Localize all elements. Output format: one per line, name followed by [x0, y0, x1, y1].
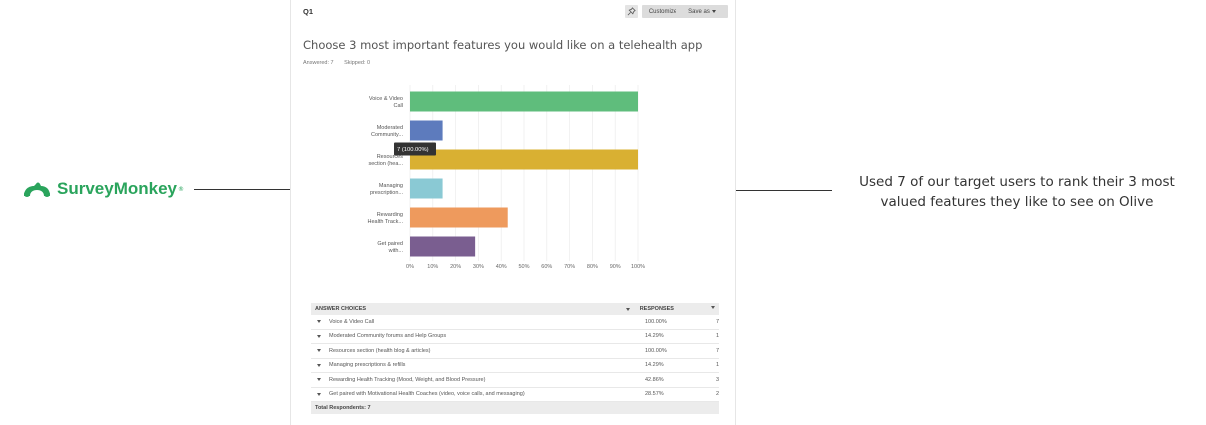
table-row[interactable]: Rewarding Health Tracking (Mood, Weight,…	[311, 373, 719, 388]
category-label: Call	[394, 103, 403, 109]
response-percent: 100.00%	[645, 318, 667, 325]
header-answer-choices-label: ANSWER CHOICES	[315, 306, 367, 312]
bar	[410, 91, 638, 112]
x-tick-label: 0%	[406, 264, 414, 270]
table-row[interactable]: Resources section (health blog & article…	[311, 344, 719, 359]
summary-caption: Used 7 of our target users to rank their…	[859, 174, 1175, 210]
response-count: 1	[715, 333, 719, 340]
expand-arrow-icon[interactable]	[317, 363, 321, 367]
expand-arrow-icon[interactable]	[317, 378, 321, 382]
pin-button[interactable]	[625, 5, 638, 18]
total-respondents: Total Respondents: 7	[315, 405, 371, 411]
category-label: Get paired	[377, 241, 403, 247]
response-count: 3	[715, 376, 719, 383]
answer-choices-table: ANSWER CHOICES RESPONSES Voice & Video C…	[311, 303, 719, 414]
answer-choice-label: Managing prescriptions & refills	[329, 362, 406, 369]
question-title: Choose 3 most important features you wou…	[303, 38, 703, 52]
answer-choice: Resources section (health blog & article…	[311, 348, 645, 354]
question-number: Q1	[303, 7, 314, 16]
x-tick-label: 30%	[473, 264, 484, 270]
x-tick-label: 50%	[518, 264, 529, 270]
response-stats: Answered: 7 Skipped: 0	[303, 60, 379, 66]
survey-results-card: Q1 Customize Save as Choose 3 most impor…	[290, 0, 736, 425]
bar	[410, 178, 443, 199]
response-percent: 42.86%	[645, 376, 664, 383]
header-answer-choices[interactable]: ANSWER CHOICES	[311, 306, 636, 312]
answer-choice: Rewarding Health Tracking (Mood, Weight,…	[311, 377, 645, 383]
expand-arrow-icon[interactable]	[317, 349, 321, 353]
answer-choice-label: Get paired with Motivational Health Coac…	[329, 391, 525, 398]
x-tick-label: 100%	[631, 264, 645, 270]
surveymonkey-wordmark: SurveyMonkey	[57, 179, 177, 198]
expand-arrow-icon[interactable]	[317, 320, 321, 324]
category-label: section (hea...	[368, 161, 403, 167]
connector-line-right	[734, 190, 832, 191]
table-row[interactable]: Moderated Community forums and Help Grou…	[311, 330, 719, 344]
category-label: Managing	[379, 183, 403, 189]
table-row[interactable]: Voice & Video Call 100.00% 7	[311, 315, 719, 330]
category-label: Voice & Video	[369, 96, 403, 102]
x-tick-label: 40%	[496, 264, 507, 270]
category-label: Moderated	[377, 125, 403, 131]
table-body: Voice & Video Call 100.00% 7 Moderated Comm…	[311, 315, 719, 402]
trademark-symbol: ®	[178, 185, 184, 193]
answer-choice: Managing prescriptions & refills	[311, 362, 645, 368]
response-count: 7	[715, 347, 719, 354]
x-tick-label: 20%	[450, 264, 461, 270]
response-count: 7	[715, 318, 719, 325]
x-tick-label: 90%	[610, 264, 621, 270]
bar	[410, 207, 508, 228]
response-percent: 14.29%	[645, 362, 664, 369]
sort-arrow-icon	[625, 307, 630, 311]
answer-choice-label: Moderated Community forums and Help Grou…	[329, 333, 447, 340]
x-tick-label: 60%	[541, 264, 552, 270]
bar	[410, 236, 476, 257]
save-as-button[interactable]: Save as	[676, 5, 728, 18]
response-percent: 28.57%	[645, 391, 664, 398]
answer-choice-label: Resources section (health blog & article…	[329, 347, 431, 354]
answer-choice-label: Voice & Video Call	[329, 318, 375, 325]
table-row[interactable]: Get paired with Motivational Health Coac…	[311, 388, 719, 402]
x-tick-label: 10%	[427, 264, 438, 270]
chevron-down-icon	[711, 10, 716, 13]
x-tick-label: 70%	[564, 264, 575, 270]
answer-choice: Get paired with Motivational Health Coac…	[311, 391, 645, 397]
answer-choice: Moderated Community forums and Help Grou…	[311, 333, 645, 339]
connector-line-left	[194, 189, 291, 190]
save-as-label: Save as	[688, 8, 710, 15]
surveymonkey-logo: SurveyMonkey ®	[22, 179, 184, 199]
category-label: with...	[388, 248, 404, 254]
response-percent: 100.00%	[645, 347, 667, 354]
header-responses-label: RESPONSES	[639, 306, 674, 312]
bar-chart: 0% 10% 20% 30% 40% 50% 60% 70% 80% 90% 100% Voice &…	[368, 85, 645, 270]
table-footer: Total Respondents: 7	[311, 402, 719, 414]
category-label: Community...	[371, 132, 403, 138]
category-label: prescription...	[370, 190, 403, 196]
surveymonkey-logo-icon	[24, 182, 50, 197]
expand-arrow-icon[interactable]	[317, 392, 321, 396]
category-label: Health Track...	[368, 219, 404, 225]
response-count: 2	[715, 391, 719, 398]
response-count: 1	[715, 362, 719, 369]
category-label: Rewarding	[377, 212, 403, 218]
bar	[410, 120, 443, 141]
skipped-count: Skipped: 0	[344, 60, 371, 66]
answered-count: Answered: 7	[303, 60, 334, 66]
answer-choice-label: Rewarding Health Tracking (Mood, Weight,…	[329, 376, 486, 383]
answer-choice: Voice & Video Call	[311, 319, 645, 325]
expand-arrow-icon[interactable]	[317, 334, 321, 338]
pin-icon	[627, 7, 636, 16]
x-tick-label: 80%	[587, 264, 598, 270]
header-responses[interactable]: RESPONSES	[636, 306, 719, 312]
table-header: ANSWER CHOICES RESPONSES	[311, 303, 719, 315]
sort-arrow-icon	[711, 306, 715, 309]
tooltip-text: 7 (100.00%)	[397, 147, 429, 153]
table-row[interactable]: Managing prescriptions & refills 14.29% 1	[311, 359, 719, 373]
bar	[410, 149, 638, 170]
response-percent: 14.29%	[645, 333, 664, 340]
